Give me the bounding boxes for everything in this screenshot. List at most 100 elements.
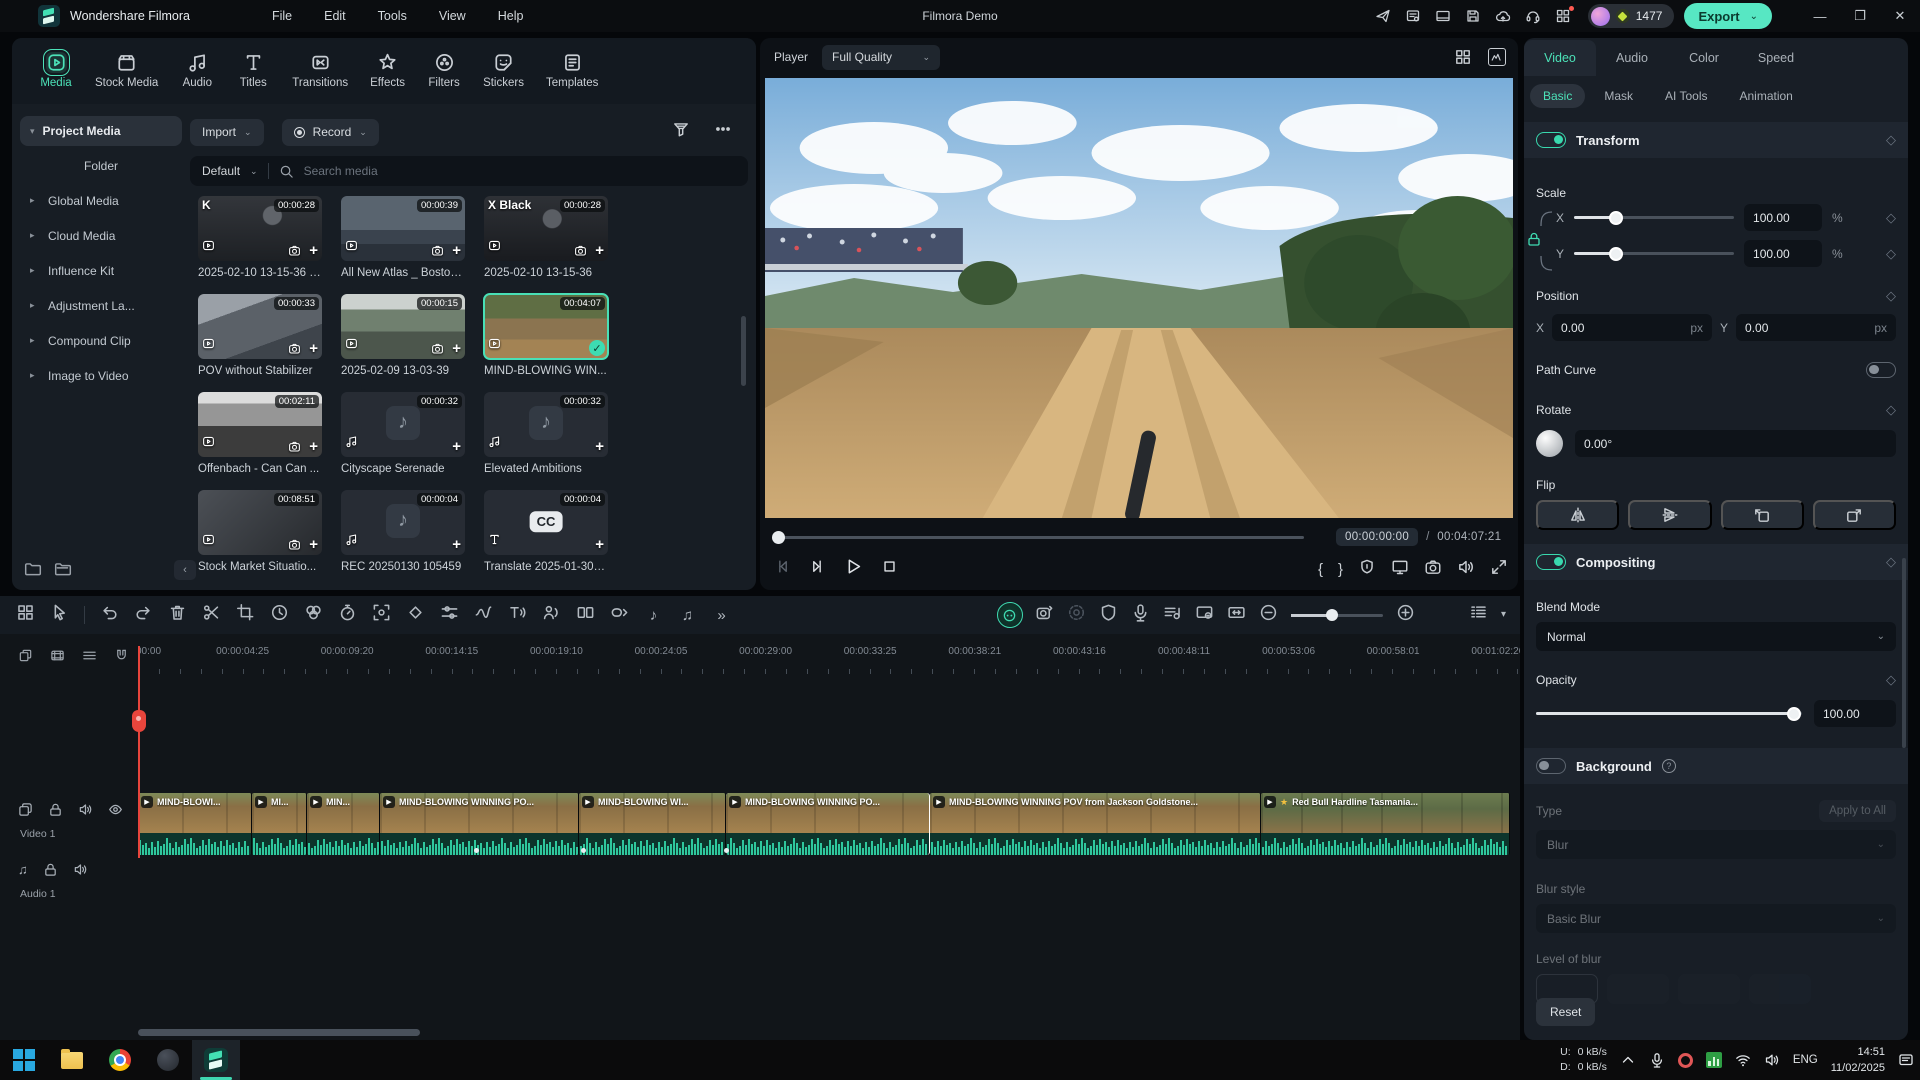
blur-level-option[interactable]: [1678, 974, 1740, 1004]
rows-button[interactable]: [82, 648, 97, 668]
rotate-ccw-button[interactable]: [1721, 500, 1804, 530]
flip-horizontal-button[interactable]: [1536, 500, 1619, 530]
reset-button[interactable]: Reset: [1536, 998, 1595, 1026]
opacity-slider[interactable]: [1536, 712, 1802, 715]
properties-tab-video[interactable]: Video: [1524, 40, 1596, 76]
keyframe-icon[interactable]: ◇: [1886, 288, 1896, 304]
scale-y-slider[interactable]: [1574, 252, 1734, 255]
blur-style-dropdown[interactable]: Basic Blur⌄: [1536, 904, 1896, 933]
search-input[interactable]: [304, 164, 736, 178]
speed-ramp-button[interactable]: [338, 603, 357, 627]
media-item[interactable]: 00:02:11+Offenbach - Can Can ...: [198, 392, 322, 490]
track-manager-button[interactable]: [1469, 603, 1488, 627]
export-clip-button[interactable]: [1035, 603, 1054, 627]
transport-mark-in-button[interactable]: {: [1318, 561, 1323, 578]
save-button[interactable]: [1458, 4, 1488, 28]
media-thumbnail[interactable]: 00:04:07✓: [484, 294, 608, 359]
keyframe-icon[interactable]: ◇: [1886, 132, 1896, 148]
sidebar-item-cloud-media[interactable]: ▸Cloud Media: [20, 220, 182, 251]
transport-snapshot-button[interactable]: [1424, 558, 1442, 581]
timeline-clip[interactable]: ▶MIN...: [307, 793, 380, 855]
speed-button[interactable]: [270, 603, 289, 627]
support-button[interactable]: [1518, 4, 1548, 28]
media-thumbnail[interactable]: ♪00:00:04+: [341, 490, 465, 555]
taskbar-filmora-button[interactable]: [192, 1040, 240, 1080]
keyframe-icon[interactable]: ◇: [1886, 210, 1896, 226]
taskbar-app-dark-button[interactable]: [144, 1040, 192, 1080]
preview-quality-button[interactable]: [1195, 603, 1214, 627]
more-button[interactable]: »: [712, 606, 731, 625]
blur-level-option[interactable]: [1749, 974, 1811, 1004]
add-to-timeline-button[interactable]: +: [595, 439, 604, 454]
keyframe-icon[interactable]: ◇: [1886, 554, 1896, 570]
sidebar-item-influence-kit[interactable]: ▸Influence Kit: [20, 255, 182, 286]
menu-tools[interactable]: Tools: [366, 5, 419, 27]
scale-lock-icon[interactable]: [1526, 230, 1542, 248]
scale-x-value[interactable]: 100.00: [1744, 204, 1822, 231]
language-indicator[interactable]: ENG: [1793, 1054, 1818, 1066]
chevron-down-icon[interactable]: ▾: [1501, 610, 1506, 620]
microphone-icon[interactable]: [1649, 1052, 1665, 1068]
adjust-button[interactable]: [440, 603, 459, 627]
maximize-button[interactable]: ❐: [1840, 0, 1880, 32]
new-folder-icon[interactable]: [24, 560, 42, 578]
add-to-timeline-button[interactable]: +: [309, 439, 318, 454]
lock-icon[interactable]: [43, 862, 58, 877]
position-y-field[interactable]: 0.00px: [1736, 314, 1896, 341]
transform-toggle[interactable]: [1536, 132, 1566, 148]
more-options-icon[interactable]: [714, 120, 732, 138]
media-item[interactable]: 00:08:51+Stock Market Situatio...: [198, 490, 322, 588]
tab-media[interactable]: Media: [32, 46, 80, 104]
voiceover-button[interactable]: [1131, 603, 1150, 627]
media-item[interactable]: K00:00:28+2025-02-10 13-15-36 9...: [198, 196, 322, 294]
playhead-pin[interactable]: [132, 710, 146, 732]
properties-subtab-ai-tools[interactable]: AI Tools: [1652, 84, 1720, 108]
zoom-in-button[interactable]: [1396, 603, 1415, 627]
notifications-icon[interactable]: [1898, 1052, 1914, 1068]
media-item[interactable]: 00:04:07✓MIND-BLOWING WIN...: [484, 294, 608, 392]
motion-track-button[interactable]: [372, 603, 391, 627]
sidebar-item-folder[interactable]: Folder: [20, 150, 182, 181]
ai-audio-button[interactable]: ♫: [678, 606, 697, 625]
transport-fullscreen-button[interactable]: [1490, 558, 1508, 581]
wifi-icon[interactable]: [1735, 1052, 1751, 1068]
properties-tab-color[interactable]: Color: [1668, 40, 1740, 76]
timeline-clip[interactable]: ▶MIND-BLOWING WINNING PO...: [726, 793, 930, 855]
timeline-scrollbar[interactable]: [138, 1029, 420, 1036]
feedback-button[interactable]: [1398, 4, 1428, 28]
media-thumbnail[interactable]: 00:00:33+: [198, 294, 322, 359]
media-thumbnail[interactable]: ♪00:00:32+: [341, 392, 465, 457]
keyframe-icon[interactable]: ◇: [1886, 402, 1896, 418]
scale-x-slider[interactable]: [1574, 216, 1734, 219]
render-button[interactable]: [50, 648, 65, 668]
zoom-slider-handle[interactable]: [1326, 609, 1338, 621]
add-to-timeline-button[interactable]: +: [595, 243, 604, 258]
transport-stop-button[interactable]: [881, 558, 898, 580]
media-thumbnail[interactable]: ♪00:00:32+: [484, 392, 608, 457]
marker-button[interactable]: [1099, 603, 1118, 627]
text-to-speech-button[interactable]: [508, 603, 527, 627]
timeline-clip[interactable]: ▶MIND-BLOWING WINNING POV from Jackson G…: [930, 793, 1261, 855]
music-button[interactable]: ♪: [644, 606, 663, 625]
menu-view[interactable]: View: [427, 5, 478, 27]
import-button[interactable]: Import⌄: [190, 119, 264, 146]
properties-subtab-mask[interactable]: Mask: [1591, 84, 1646, 108]
color-button[interactable]: [304, 603, 323, 627]
scopes-icon[interactable]: [1488, 48, 1506, 66]
path-curve-toggle[interactable]: [1866, 362, 1896, 378]
clock-widget[interactable]: 14:51 11/02/2025: [1831, 1044, 1885, 1077]
timeline-clip[interactable]: ▶MIND-BLOWI...: [138, 793, 252, 855]
tab-effects[interactable]: Effects: [363, 46, 412, 104]
open-folder-icon[interactable]: [54, 560, 72, 578]
export-dropdown-icon[interactable]: ⌄: [1750, 11, 1758, 22]
media-thumbnail[interactable]: 00:00:15+: [341, 294, 465, 359]
select-tool-button[interactable]: [50, 603, 69, 627]
media-thumbnail[interactable]: K00:00:28+: [198, 196, 322, 261]
media-item[interactable]: 00:00:39+All New Atlas _ Boston...: [341, 196, 465, 294]
background-toggle[interactable]: [1536, 758, 1566, 774]
mute-track-icon[interactable]: [73, 862, 88, 877]
minimize-button[interactable]: —: [1800, 0, 1840, 32]
timeline-clip[interactable]: ▶MIND-BLOWING WI...: [579, 793, 726, 855]
blend-mode-dropdown[interactable]: Normal⌄: [1536, 622, 1896, 651]
sidebar-item-project-media[interactable]: ▾ Project Media: [20, 116, 182, 146]
